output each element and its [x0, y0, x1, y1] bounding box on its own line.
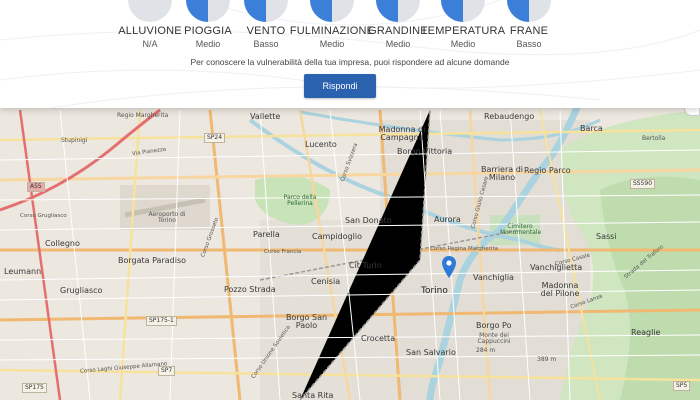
- rispondi-button[interactable]: Rispondi: [304, 74, 376, 98]
- risk-name: FRANE: [509, 25, 549, 37]
- road-label-corso-francia: Corso Francia: [264, 249, 302, 255]
- map-label-borgo-vittoria: Borgo Vittoria: [397, 147, 453, 156]
- prompt-text: Per conoscere la vulnerabilità della tua…: [190, 57, 510, 67]
- map-label-aurora: Aurora: [434, 215, 461, 224]
- map-label-san-donato: San Donato: [345, 216, 392, 225]
- risk-level: Basso: [516, 39, 542, 49]
- map-label-madonna-pilone: Madonna del Pilone: [540, 281, 580, 298]
- risk-gauge-icon: [376, 0, 420, 22]
- map-label-stupinigi: Stupinigi: [61, 137, 88, 144]
- map-label-crocetta: Crocetta: [361, 334, 396, 343]
- map-label-torino: Torino: [421, 286, 448, 296]
- risk-gauge-fill: [310, 0, 332, 22]
- map-label-cimitero: Cimitero Monumentale: [500, 223, 542, 236]
- map-label-vanchiglia: Vanchiglia: [473, 273, 514, 282]
- map-label-campidoglio: Campidoglio: [312, 232, 362, 241]
- map-label-borgata-paradiso: Borgata Paradiso: [118, 256, 187, 265]
- map-label-grugliasco: Grugliasco: [60, 286, 103, 295]
- map-label-san-salvario: San Salvario: [406, 348, 456, 357]
- location-pin-icon[interactable]: [442, 256, 456, 278]
- map-label-borgo-po: Borgo Po: [476, 321, 512, 330]
- map-label-pozzo-strada: Pozzo Strada: [224, 285, 276, 294]
- map-label-regio-margherita: Regio Margherita: [117, 112, 169, 119]
- map-label-parella: Parella: [253, 230, 280, 239]
- map-label-rebaudengo: Rebaudengo: [484, 112, 535, 121]
- map-label-cenisia: Cenisia: [311, 277, 341, 286]
- map-label-regio-parco: Regio Parco: [524, 166, 571, 175]
- risk-panel: ALLUVIONE N/A PIOGGIA Medio VENTO Basso FULMIN…: [0, 0, 700, 108]
- road-label-corso-regina: Corso Regina Margherita: [430, 246, 498, 252]
- risk-gauge-fill: [186, 0, 208, 22]
- map-label-barca: Barca: [580, 124, 603, 133]
- map-label-collegno: Collegno: [45, 239, 80, 248]
- map-label-peak: 389 m: [537, 356, 557, 363]
- shield-a55: A55: [27, 182, 45, 192]
- risk-item-frane[interactable]: FRANE Basso: [484, 0, 574, 49]
- map-label-madonna-campagna: Madonna di Campagna: [378, 125, 426, 142]
- map-label-vallette: Vallette: [250, 112, 281, 121]
- risk-gauge-fill: [507, 0, 529, 22]
- shield-sp5: SP5: [673, 381, 691, 391]
- risk-gauge-icon: [507, 0, 551, 22]
- map-label-parco-pellerina: Parco della Pellerina: [283, 194, 317, 207]
- shield-sp7: SP7: [158, 366, 176, 376]
- map-label-monte-cappuccini: Monte dei Cappuccini: [477, 332, 511, 345]
- risk-gauge-icon: [244, 0, 288, 22]
- risk-gauge-fill: [376, 0, 398, 22]
- road-label-corso-grugliasco: Corso Grugliasco: [20, 213, 67, 219]
- shield-sp175: SP175: [22, 383, 47, 393]
- map-label-cit-turin: Cit Turin: [349, 261, 382, 270]
- map-label-altitude: 284 m: [476, 347, 496, 354]
- risk-indicators: ALLUVIONE N/A PIOGGIA Medio VENTO Basso FULMIN…: [0, 0, 700, 52]
- map-label-barriera-milano: Barriera di Milano: [480, 165, 523, 182]
- map-label-santa-rita: Santa Rita: [292, 391, 334, 400]
- map-label-reaglie: Reaglie: [631, 328, 661, 337]
- map-label-bertolla: Bertolla: [642, 135, 666, 142]
- risk-gauge-icon: [310, 0, 354, 22]
- risk-gauge-icon: [441, 0, 485, 22]
- risk-gauge-fill: [441, 0, 463, 22]
- map-label-aeroporto: Aeroporto di Torino: [148, 211, 186, 224]
- shield-ss590: SS590: [630, 179, 656, 189]
- map-label-sassi: Sassi: [596, 232, 617, 241]
- shield-sp24: SP24: [204, 133, 226, 143]
- map-label-leumann: Leumann: [4, 267, 42, 276]
- shield-sp175-1: SP175-1: [146, 316, 177, 326]
- map-label-lucento: Lucento: [305, 140, 337, 149]
- risk-gauge-fill: [244, 0, 266, 22]
